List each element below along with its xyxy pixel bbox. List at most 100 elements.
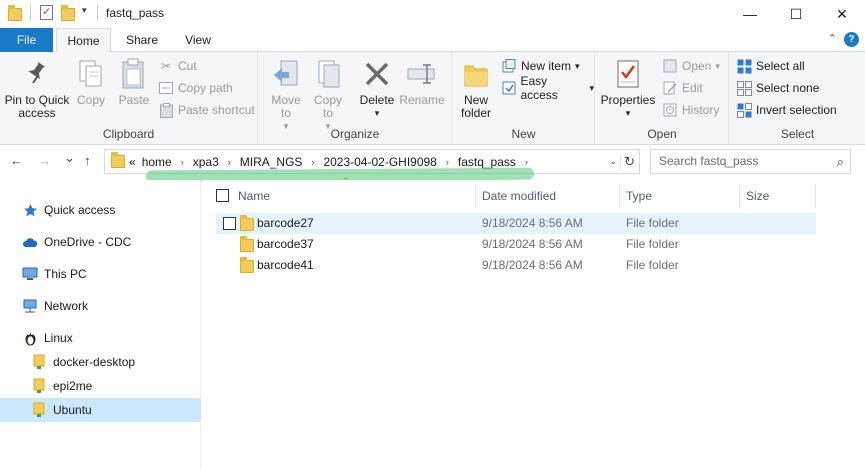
column-header-name[interactable]: Name	[232, 184, 476, 208]
select-none-button[interactable]: Select none	[736, 78, 819, 98]
select-all-button[interactable]: Select all	[736, 56, 805, 76]
chevron-right-icon[interactable]: ›	[181, 157, 184, 167]
select-none-label: Select none	[756, 81, 820, 95]
copy-to-button[interactable]: Copy to ▾	[309, 58, 347, 133]
move-to-label: Move to	[271, 93, 301, 120]
properties-button[interactable]: Properties ▾	[600, 58, 656, 120]
search-box[interactable]: ⌕	[650, 149, 851, 174]
breadcrumb-overflow[interactable]: «	[129, 155, 136, 169]
help-icon[interactable]: ?	[844, 32, 859, 47]
edit-button[interactable]: Edit	[662, 78, 703, 98]
move-to-button[interactable]: Move to ▾	[267, 58, 305, 133]
copy-path-button[interactable]: Copy path	[158, 78, 233, 98]
back-button[interactable]: ←	[10, 153, 23, 168]
edit-label: Edit	[682, 81, 703, 95]
nav-item-docker-desktop[interactable]: docker-desktop	[0, 350, 201, 374]
breadcrumb-run-date[interactable]: 2023-04-02-GHI9098	[323, 155, 436, 169]
column-header-type[interactable]: Type	[620, 184, 740, 208]
up-button[interactable]: ↑	[84, 153, 91, 168]
folder-icon	[240, 257, 254, 273]
tab-share[interactable]: Share	[115, 28, 169, 52]
scissors-icon: ✂	[160, 59, 172, 73]
chevron-right-icon[interactable]: ›	[228, 157, 231, 167]
chevron-right-icon[interactable]: ›	[311, 157, 314, 167]
delete-button[interactable]: Delete ▾	[357, 58, 397, 120]
address-history-dropdown[interactable]: ⌄	[609, 156, 617, 167]
invert-selection-button[interactable]: Invert selection	[736, 100, 837, 120]
paste-label: Paste	[118, 93, 150, 107]
quick-access-toolbar-dropdown[interactable]: ▾	[82, 5, 87, 16]
recent-locations-button[interactable]: ⌄	[64, 150, 75, 166]
copy-button[interactable]: Copy	[72, 58, 110, 107]
collapse-ribbon-icon[interactable]: ⌃	[828, 32, 837, 45]
cloud-icon	[22, 234, 38, 250]
new-group-label: New	[511, 127, 536, 141]
maximize-button[interactable]: ☐	[773, 0, 819, 28]
tab-home[interactable]: Home	[56, 28, 111, 53]
forward-button[interactable]: →	[38, 153, 51, 168]
distro-folder-icon	[31, 354, 47, 370]
nav-item-ubuntu[interactable]: Ubuntu	[0, 398, 201, 422]
copy-to-label: Copy to	[313, 93, 342, 120]
properties-icon	[612, 58, 644, 90]
breadcrumb-mira-ngs[interactable]: MIRA_NGS	[240, 155, 303, 169]
nav-item-epi2me[interactable]: epi2me	[0, 374, 201, 398]
nav-item-label: This PC	[44, 267, 87, 281]
paste-button[interactable]: Paste	[114, 58, 154, 107]
cut-button[interactable]: ✂ Cut	[158, 56, 197, 76]
easy-access-dropdown-icon: ▾	[589, 82, 594, 93]
nav-item-quick-access[interactable]: Quick access	[0, 198, 201, 222]
breadcrumb-home[interactable]: home	[142, 155, 172, 169]
navigation-pane: Quick access OneDrive - CDC This PC Netw…	[0, 180, 201, 469]
file-list: ⌃ Name Date modified Type Size barcode27…	[202, 176, 865, 469]
star-icon	[22, 202, 38, 218]
rename-button[interactable]: Rename	[399, 58, 445, 107]
delete-dropdown-icon: ▾	[374, 108, 380, 118]
minimize-button[interactable]: —	[727, 0, 773, 28]
new-item-dropdown-icon: ▾	[575, 60, 580, 71]
distro-folder-icon	[31, 378, 47, 394]
new-item-button[interactable]: New item ▾	[501, 56, 580, 76]
file-row[interactable]: barcode41 9/18/2024 8:56 AM File folder	[216, 255, 816, 276]
nav-item-network[interactable]: Network	[0, 294, 201, 318]
select-all-checkbox[interactable]	[216, 189, 229, 202]
tab-view[interactable]: View	[172, 28, 224, 52]
file-name: barcode27	[257, 216, 314, 230]
new-folder-icon	[460, 58, 492, 90]
search-input[interactable]	[659, 150, 829, 172]
file-date: 9/18/2024 8:56 AM	[482, 237, 583, 251]
nav-item-label: docker-desktop	[53, 355, 136, 369]
column-header-size[interactable]: Size	[740, 184, 816, 208]
delete-label: Delete	[359, 93, 395, 107]
copy-label: Copy	[76, 93, 105, 107]
open-button[interactable]: Open ▾	[662, 56, 720, 76]
properties-label: Properties	[600, 93, 656, 107]
cut-label: Cut	[178, 59, 197, 73]
nav-item-onedrive[interactable]: OneDrive - CDC	[0, 230, 201, 254]
paste-shortcut-button[interactable]: Paste shortcut	[158, 100, 255, 120]
history-button[interactable]: History	[662, 100, 719, 120]
file-row[interactable]: barcode37 9/18/2024 8:56 AM File folder	[216, 234, 816, 255]
divider	[97, 5, 98, 21]
easy-access-button[interactable]: Easy access ▾	[501, 74, 594, 102]
breadcrumb-xpa3[interactable]: xpa3	[193, 155, 219, 169]
tab-file[interactable]: File	[0, 28, 53, 52]
nav-item-label: epi2me	[53, 379, 93, 393]
pin-to-quick-access-button[interactable]: Pin to Quick access	[4, 58, 70, 120]
new-folder-button[interactable]: New folder	[457, 58, 495, 120]
refresh-icon[interactable]: ↻	[620, 154, 635, 170]
close-button[interactable]: ✕	[819, 0, 865, 28]
new-folder-icon[interactable]	[61, 5, 77, 21]
properties-icon[interactable]	[40, 5, 56, 21]
ribbon-tabs: File Home Share View ⌃ ?	[0, 28, 865, 53]
nav-item-this-pc[interactable]: This PC	[0, 262, 201, 286]
chevron-right-icon[interactable]: ›	[446, 157, 449, 167]
nav-item-linux[interactable]: Linux	[0, 326, 201, 350]
file-row[interactable]: barcode27 9/18/2024 8:56 AM File folder	[216, 213, 816, 234]
row-checkbox[interactable]	[223, 217, 236, 230]
column-header-date-modified[interactable]: Date modified	[476, 184, 620, 208]
chevron-right-icon[interactable]: ›	[525, 157, 528, 167]
new-group: New folder New item ▾ Easy access ▾ New	[453, 52, 595, 145]
new-item-label: New item	[521, 59, 572, 73]
linux-penguin-icon	[22, 330, 38, 346]
